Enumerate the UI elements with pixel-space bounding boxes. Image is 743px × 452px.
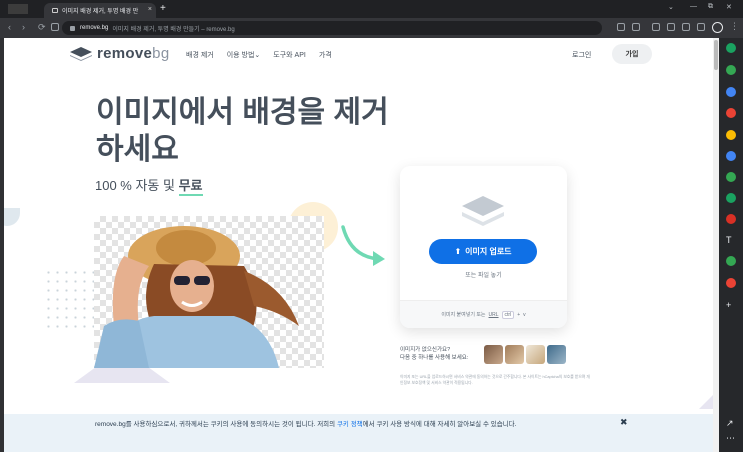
hero-subtitle: 100 % 자동 및 무료 <box>95 175 203 196</box>
favicon-icon <box>52 8 58 13</box>
side-app-icon-11[interactable] <box>726 256 736 266</box>
side-app-icon-12[interactable] <box>726 278 736 288</box>
upload-button-label: 이미지 업로드 <box>465 247 512 256</box>
paste-hint: 이미지 붙여넣기 또는 URL ctrl + v <box>400 300 567 328</box>
sample-line-2: 다음 중 하나를 사용해 보세요: <box>400 355 469 361</box>
tab-list-icon[interactable]: ⌄ <box>668 3 674 11</box>
nav-links: 배경 제거 이용 방법⌄ 도구와 API 가격 <box>186 50 332 60</box>
profile-icon[interactable] <box>712 22 723 33</box>
ctrl-key: ctrl <box>501 310 515 319</box>
open-external-icon[interactable]: ↗ <box>726 418 734 428</box>
share-icon[interactable] <box>682 23 690 31</box>
side-app-icon-9[interactable] <box>726 214 736 224</box>
translate-icon[interactable] <box>632 23 640 31</box>
site-header: removebg 배경 제거 이용 방법⌄ 도구와 API 가격 로그인 가입 <box>4 38 713 72</box>
download-icon[interactable] <box>652 23 660 31</box>
maximize-button[interactable]: ⧉ <box>708 3 713 11</box>
hero-headline: 이미지에서 배경을 제거하세요 <box>96 96 389 166</box>
tab-search-icon[interactable] <box>8 4 28 14</box>
address-bar[interactable]: remove.bg 이미지 배경 제거, 투명 배경 만들기 – remove.… <box>62 21 602 35</box>
browser-window: 이미지 배경 제거, 투명 배경 만 × + ⌄ — ⧉ ✕ ‹ › ⟳ rem… <box>0 0 743 452</box>
reload-button[interactable]: ⟳ <box>38 22 46 33</box>
url-page-title: 이미지 배경 제거, 투명 배경 만들기 – remove.bg <box>112 26 235 33</box>
side-app-icon-3[interactable] <box>726 87 736 97</box>
shortcut-plus: + <box>517 311 521 318</box>
page: removebg 배경 제거 이용 방법⌄ 도구와 API 가격 로그인 가입 … <box>4 38 713 452</box>
nav-link-how-to[interactable]: 이용 방법⌄ <box>227 50 261 60</box>
close-window-button[interactable]: ✕ <box>726 3 732 11</box>
sample-image-animal[interactable] <box>505 345 524 364</box>
side-app-icon-4[interactable] <box>726 108 736 118</box>
url-domain: remove.bg <box>80 25 109 31</box>
sample-image-product[interactable] <box>526 345 545 364</box>
logo-text: removebg <box>97 45 170 62</box>
sample-image-person[interactable] <box>484 345 503 364</box>
browser-side-panel: T + ↗ ⋯ <box>719 38 743 452</box>
more-icon[interactable]: ⋯ <box>726 433 735 443</box>
paste-text: 이미지 붙여넣기 또는 <box>441 312 486 318</box>
tab-icon[interactable] <box>51 23 59 31</box>
cookie-close-icon[interactable]: ✖ <box>620 417 628 428</box>
logo[interactable]: removebg <box>70 45 169 62</box>
add-app-icon[interactable]: + <box>726 300 731 310</box>
sample-prompt: 이미지가 없으신가요? 다음 중 하나를 사용해 보세요: <box>400 346 468 362</box>
scrollbar-thumb[interactable] <box>714 40 718 70</box>
lock-icon <box>70 25 75 31</box>
tab-close-icon[interactable]: × <box>148 6 152 13</box>
browser-tab[interactable]: 이미지 배경 제거, 투명 배경 만 × <box>44 3 156 18</box>
sample-image-car[interactable] <box>547 345 566 364</box>
tab-title: 이미지 배경 제거, 투명 배경 만 <box>62 9 139 15</box>
extension-icon[interactable] <box>617 23 625 31</box>
sample-line-1: 이미지가 없으신가요? <box>400 347 451 353</box>
nav-link-pricing[interactable]: 가격 <box>319 50 332 60</box>
upload-image-button[interactable]: ⬆ 이미지 업로드 <box>429 239 537 264</box>
nav-link-remove-bg[interactable]: 배경 제거 <box>186 50 214 60</box>
minimize-button[interactable]: — <box>690 3 697 10</box>
paste-url-link[interactable]: URL <box>489 312 499 318</box>
tab-bar: 이미지 배경 제거, 투명 배경 만 × + ⌄ — ⧉ ✕ <box>0 0 743 18</box>
back-button[interactable]: ‹ <box>8 22 11 33</box>
drop-file-text: 또는 파일 놓기 <box>465 273 502 279</box>
decoration-triangle-right <box>699 393 713 409</box>
new-tab-button[interactable]: + <box>160 3 166 15</box>
side-app-icon-10[interactable]: T <box>726 235 732 245</box>
side-app-icon-2[interactable] <box>726 65 736 75</box>
nav-link-tools-api[interactable]: 도구와 API <box>273 50 306 60</box>
logo-icon <box>70 46 92 61</box>
v-key: v <box>523 311 526 318</box>
side-app-icon-6[interactable] <box>726 151 736 161</box>
cookie-banner: remove.bg를 사용하심으로서, 귀하께서는 쿠키의 사용에 동의하시는 … <box>4 414 713 452</box>
sample-thumbnails <box>484 345 566 364</box>
side-app-icon-1[interactable] <box>726 43 736 53</box>
layers-icon <box>462 196 504 226</box>
side-app-icon-8[interactable] <box>726 193 736 203</box>
example-person-image <box>94 226 299 368</box>
signup-button[interactable]: 가입 <box>612 44 652 64</box>
toolbar: ‹ › ⟳ remove.bg 이미지 배경 제거, 투명 배경 만들기 – r… <box>0 18 743 38</box>
decoration-shape <box>4 208 20 226</box>
side-app-icon-7[interactable] <box>726 172 736 182</box>
cookie-text: remove.bg를 사용하심으로서, 귀하께서는 쿠키의 사용에 동의하시는 … <box>95 421 517 428</box>
forward-button[interactable]: › <box>22 22 25 33</box>
arrow-icon <box>341 225 385 266</box>
upload-card[interactable]: ⬆ 이미지 업로드 또는 파일 놓기 이미지 붙여넣기 또는 URL ctrl … <box>400 166 567 328</box>
menu-icon[interactable]: ⋮ <box>730 21 739 32</box>
side-app-icon-5[interactable] <box>726 130 736 140</box>
sidebar-icon[interactable] <box>697 23 705 31</box>
terms-fineprint: 이미지 또는 URL을 업로드하시면 서비스 약관에 동의하는 것으로 간주합니… <box>400 375 590 385</box>
login-link[interactable]: 로그인 <box>572 50 591 60</box>
upload-icon: ⬆ <box>454 247 462 256</box>
cast-icon[interactable] <box>667 23 675 31</box>
cookie-policy-link[interactable]: 쿠키 정책 <box>337 421 363 428</box>
